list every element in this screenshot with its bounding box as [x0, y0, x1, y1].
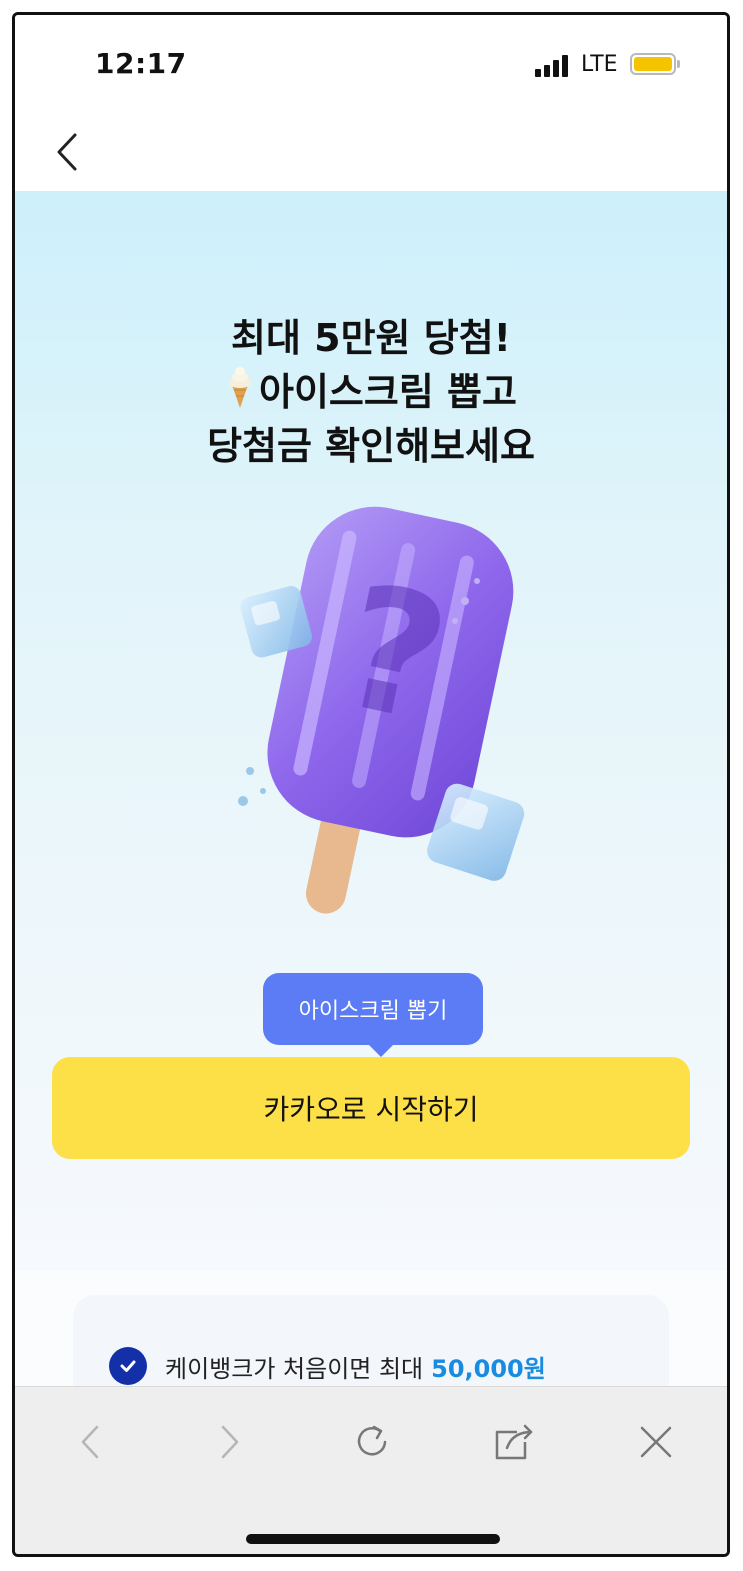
benefit-amount: 50,000원	[431, 1354, 546, 1383]
battery-icon	[630, 53, 676, 75]
promo-headline: 최대 5만원 당첨! 아이스크림 뽑고 당첨금 확인해보세요	[15, 311, 727, 473]
status-time: 12:17	[95, 47, 187, 80]
headline-line-3: 당첨금 확인해보세요	[207, 424, 535, 468]
network-label: LTE	[581, 52, 618, 77]
status-bar: 12:17 LTE	[15, 15, 727, 115]
promo-hero: 최대 5만원 당첨! 아이스크림 뽑고 당첨금 확인해보세요 ? 아이스크림 뽑…	[15, 191, 727, 1271]
soft-serve-cone-icon	[229, 367, 252, 408]
share-icon	[495, 1424, 533, 1460]
popsicle-illustration: ?	[238, 506, 525, 914]
browser-close-button[interactable]	[631, 1417, 681, 1467]
browser-share-button[interactable]	[489, 1417, 539, 1467]
benefit-text: 케이뱅크가 처음이면 최대	[165, 1354, 424, 1383]
browser-reload-button[interactable]	[347, 1417, 397, 1467]
phone-frame: 12:17 LTE 최대 5만원 당첨! 아이스크림 뽑고 당첨금 확인해보세요…	[12, 12, 730, 1557]
battery-tip	[677, 60, 680, 68]
tooltip-tail	[367, 1043, 395, 1057]
headline-line-2: 아이스크림 뽑고	[259, 370, 517, 414]
nav-bar	[15, 115, 727, 191]
headline-line-1: 최대 5만원 당첨!	[231, 316, 511, 360]
headline-line-2-wrapper: 아이스크림 뽑고	[15, 365, 727, 419]
draw-icecream-tooltip: 아이스크림 뽑기	[263, 973, 483, 1045]
signal-icon	[535, 53, 575, 77]
benefit-item: 케이뱅크가 처음이면 최대 50,000원	[109, 1347, 546, 1385]
kakao-start-label: 카카오로 시작하기	[263, 1093, 479, 1126]
check-circle-icon	[109, 1347, 147, 1385]
back-icon	[81, 1425, 99, 1459]
browser-forward-button[interactable]	[205, 1417, 255, 1467]
kakao-start-button[interactable]: 카카오로 시작하기	[52, 1057, 690, 1159]
close-icon	[640, 1426, 672, 1458]
chevron-left-icon	[57, 133, 77, 171]
browser-back-button[interactable]	[65, 1417, 115, 1467]
forward-icon	[221, 1425, 239, 1459]
tooltip-label: 아이스크림 뽑기	[298, 999, 448, 1024]
reload-icon	[357, 1425, 387, 1456]
back-button[interactable]	[45, 125, 95, 175]
home-indicator	[246, 1534, 500, 1544]
browser-toolbar	[15, 1386, 727, 1554]
